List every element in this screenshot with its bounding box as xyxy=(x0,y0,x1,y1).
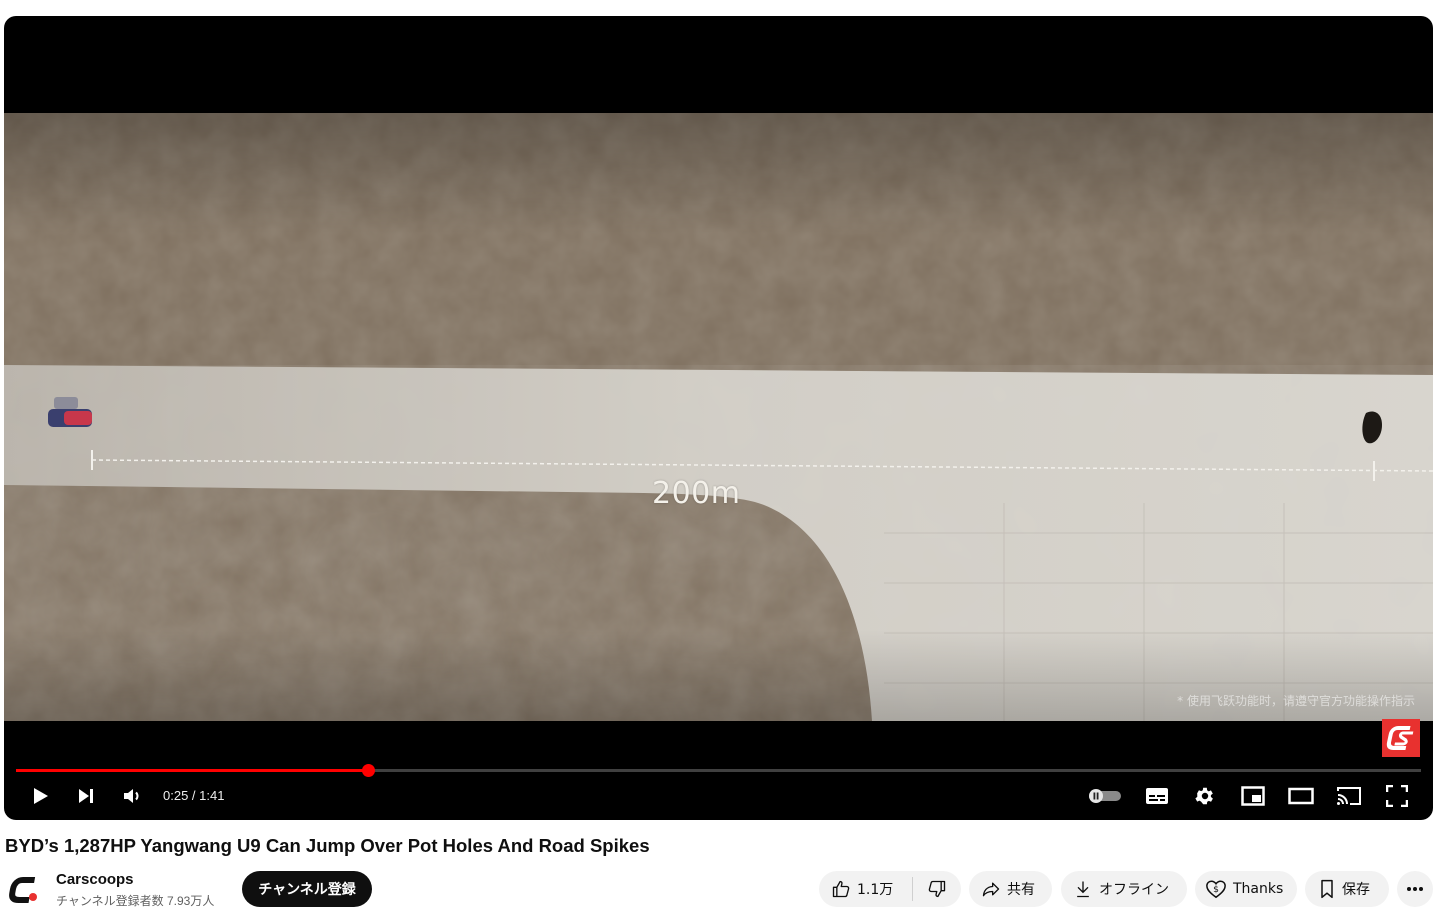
video-frame[interactable] xyxy=(4,113,1433,721)
share-button[interactable]: 共有 xyxy=(969,871,1052,907)
more-horizontal-icon xyxy=(1407,887,1423,891)
scrubber-handle[interactable] xyxy=(362,764,375,777)
mute-button[interactable] xyxy=(116,780,148,812)
save-label: 保存 xyxy=(1342,882,1370,898)
play-icon xyxy=(34,788,48,804)
bookmark-icon xyxy=(1321,879,1333,899)
aerial-road-scene xyxy=(4,113,1433,721)
distance-overlay-text: 200m xyxy=(652,476,741,511)
share-label: 共有 xyxy=(1007,882,1035,898)
download-icon xyxy=(1077,881,1089,898)
save-button[interactable]: 保存 xyxy=(1305,871,1389,907)
channel-name[interactable]: Carscoops xyxy=(56,871,134,888)
next-button[interactable] xyxy=(70,780,102,812)
cast-icon xyxy=(1337,787,1361,805)
channel-avatar[interactable] xyxy=(6,872,42,908)
more-actions-button[interactable] xyxy=(1397,871,1433,907)
thumbs-down-icon xyxy=(928,880,946,898)
download-button[interactable]: オフライン xyxy=(1061,871,1187,907)
settings-gear-icon xyxy=(1195,787,1213,805)
fullscreen-icon xyxy=(1386,785,1408,807)
super-thanks-heart-icon: $ xyxy=(1206,880,1226,899)
thanks-button[interactable]: $ Thanks xyxy=(1195,871,1297,907)
carscoops-logo-icon xyxy=(9,877,37,903)
like-dislike-group: 1.1万 xyxy=(819,871,961,907)
svg-text:$: $ xyxy=(1213,884,1219,895)
next-icon xyxy=(79,789,93,803)
autoplay-toggle[interactable] xyxy=(1086,780,1122,812)
theater-mode-button[interactable] xyxy=(1285,780,1317,812)
thumbs-up-icon xyxy=(832,880,850,898)
like-button[interactable]: 1.1万 xyxy=(819,871,912,907)
subtitles-button[interactable] xyxy=(1141,780,1173,812)
video-disclaimer-text: * 使用飞跃功能时，请遵守官方功能操作指示 xyxy=(1177,694,1415,708)
miniplayer-icon xyxy=(1241,786,1265,806)
subtitles-icon xyxy=(1146,788,1168,804)
volume-icon xyxy=(124,789,139,803)
time-display: 0:25 / 1:41 xyxy=(163,788,225,803)
settings-button[interactable] xyxy=(1189,780,1221,812)
thanks-label: Thanks xyxy=(1233,881,1284,897)
subscribe-button[interactable]: チャンネル登録 xyxy=(242,871,372,907)
video-player[interactable]: 200m * 使用飞跃功能时，请遵守官方功能操作指示 0:25 / 1:41 xyxy=(4,16,1433,820)
cast-button[interactable] xyxy=(1333,780,1365,812)
progress-bar[interactable] xyxy=(16,764,1421,777)
dislike-button[interactable] xyxy=(913,871,961,907)
play-button[interactable] xyxy=(24,780,56,812)
like-count: 1.1万 xyxy=(857,882,894,898)
fullscreen-button[interactable] xyxy=(1381,780,1413,812)
subscriber-count: チャンネル登録者数 7.93万人 xyxy=(56,894,215,908)
miniplayer-button[interactable] xyxy=(1237,780,1269,812)
video-title: BYD’s 1,287HP Yangwang U9 Can Jump Over … xyxy=(5,835,650,856)
theater-mode-icon xyxy=(1288,787,1314,805)
carscoops-watermark-logo xyxy=(1382,719,1420,757)
progress-played xyxy=(16,769,368,772)
autoplay-toggle-icon xyxy=(1089,789,1121,803)
download-label: オフライン xyxy=(1099,882,1169,898)
share-arrow-icon xyxy=(982,882,1000,897)
